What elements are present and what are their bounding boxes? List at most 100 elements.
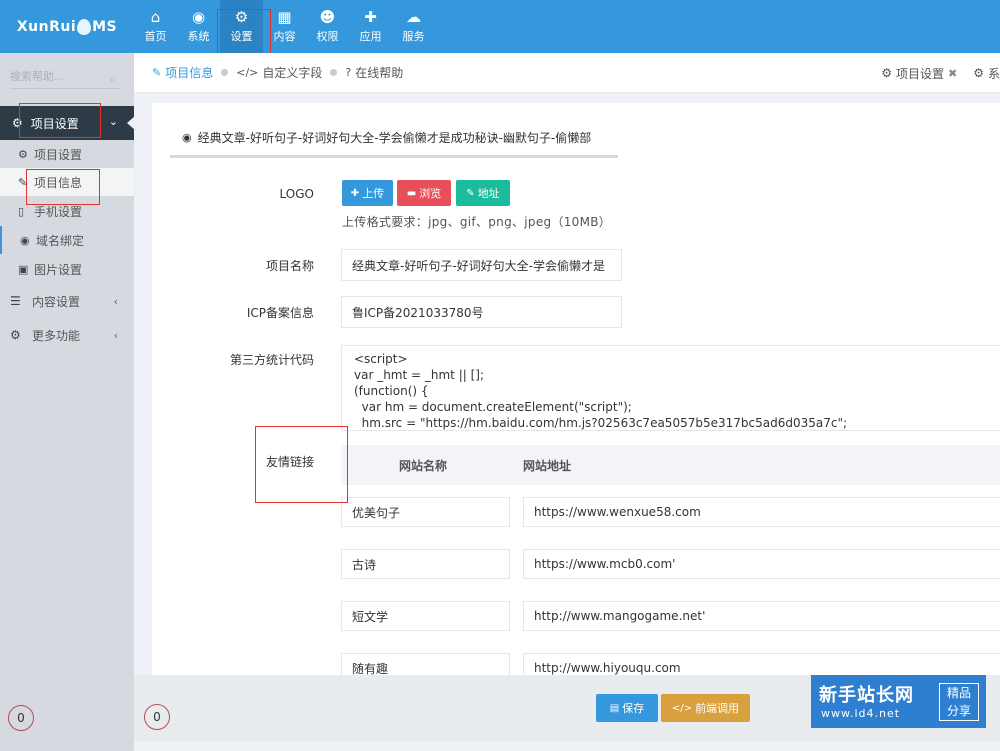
nav-item-label: 内容 xyxy=(273,30,296,43)
frontend-call-label: 前端调用 xyxy=(695,702,740,715)
close-icon[interactable]: ✖ xyxy=(948,67,957,80)
search-icon[interactable]: ⌕ xyxy=(109,69,116,89)
chevron-left-icon: ‹ xyxy=(113,328,118,342)
globe-icon: ◉ xyxy=(191,8,206,26)
sidebar-item-1[interactable]: ✎ 项目信息 xyxy=(0,168,134,196)
link-url-input[interactable]: http://www.hiyouqu.com xyxy=(523,653,1000,675)
open-tabs: ⚙ 项目设置 ✖ ⚙ 系 xyxy=(881,53,1000,93)
breadcrumb-link-1[interactable]: </> 自定义字段 xyxy=(236,64,338,81)
sidebar-section-project-settings[interactable]: ⚙ 项目设置 ⌄ xyxy=(0,106,135,140)
link-url-value: http://www.mangogame.net' xyxy=(534,609,706,623)
nav-item-1[interactable]: ◉ 系统 xyxy=(177,0,220,53)
sidebar-head-label: 项目设置 xyxy=(30,116,79,131)
nav-item-0[interactable]: ⌂ 首页 xyxy=(134,0,177,53)
user-icon: ☻ xyxy=(319,8,336,26)
search-placeholder: 搜索帮助... xyxy=(10,70,65,83)
nav-item-5[interactable]: ✚ 应用 xyxy=(349,0,392,53)
stats-code-label: 第三方统计代码 xyxy=(229,353,314,367)
main-panel: ◉ 经典文章-好听句子-好词好句大全-学会偷懒才是成功秘诀-幽默句子-偷懒部 L… xyxy=(152,103,1000,675)
link-name-value: 短文学 xyxy=(352,609,389,624)
plus-icon: ✚ xyxy=(350,187,360,199)
sidebar-item-2[interactable]: ▯ 手机设置 xyxy=(0,197,134,225)
code-icon: </> xyxy=(671,702,693,714)
edit-icon: ✎ xyxy=(18,175,28,189)
nav-item-label: 系统 xyxy=(187,30,210,43)
badge-value: 0 xyxy=(153,710,161,724)
logo-drop-icon xyxy=(77,18,92,35)
link-name-value: 优美句子 xyxy=(352,505,401,520)
tab-label: 系 xyxy=(987,66,1000,81)
link-name-value: 随有趣 xyxy=(352,661,389,676)
watermark-url: www.ld4.net xyxy=(821,707,901,720)
code-icon: </> xyxy=(236,66,259,79)
watermark-tag-bottom: 分享 xyxy=(946,704,971,718)
sidebar-group-1[interactable]: ⚙ 更多功能 ‹ xyxy=(0,320,134,350)
sidebar-item-3[interactable]: ◉ 域名绑定 xyxy=(0,226,134,254)
gears-icon: ⚙ xyxy=(234,8,249,26)
sidebar-item-label: 域名绑定 xyxy=(36,233,85,248)
counter-badge-right: 0 xyxy=(144,704,170,730)
icp-input[interactable]: 鲁ICP备2021033780号 xyxy=(341,296,622,328)
nav-item-2[interactable]: ⚙ 设置 xyxy=(220,0,263,53)
address-button[interactable]: ✎ 地址 xyxy=(456,180,510,206)
nav-item-4[interactable]: ☻ 权限 xyxy=(306,0,349,53)
gear-icon: ⚙ xyxy=(18,147,28,161)
sidebar-item-4[interactable]: ▣ 图片设置 xyxy=(0,255,134,283)
nav-item-label: 设置 xyxy=(230,30,253,43)
link-name-input[interactable]: 古诗 xyxy=(341,549,510,579)
sidebar-item-0[interactable]: ⚙ 项目设置 xyxy=(0,140,134,168)
frontend-call-button[interactable]: </> 前端调用 xyxy=(661,694,750,722)
link-name-input[interactable]: 优美句子 xyxy=(341,497,510,527)
link-name-input[interactable]: 随有趣 xyxy=(341,653,510,675)
grid-icon: ▦ xyxy=(277,8,292,26)
link-url-value: https://www.wenxue58.com xyxy=(534,505,701,519)
watermark-title: 新手站长网 xyxy=(819,685,914,706)
sidebar-group-0[interactable]: ☰ 内容设置 ‹ xyxy=(0,286,134,316)
tab-system[interactable]: ⚙ 系 xyxy=(973,65,1000,82)
breadcrumb-label: 自定义字段 xyxy=(262,66,323,80)
link-url-input[interactable]: https://www.mcb0.com' xyxy=(523,549,1000,579)
sidebar: 搜索帮助... ⌕ ⚙ 项目设置 ⌄ ⚙ 项目设置 ✎ 项目信息 ▯ 手机设置 ◉ 域名绑定 ▣… xyxy=(0,53,135,751)
links-table-header: 网站名称 网站地址 xyxy=(341,445,1000,485)
stats-code-textarea[interactable]: <script> var _hmt = _hmt || []; (functio… xyxy=(341,345,1000,431)
separator-dot xyxy=(330,69,338,76)
sidebar-item-label: 图片设置 xyxy=(34,262,83,277)
project-name-value: 经典文章-好听句子-好词好句大全-学会偷懒才是 xyxy=(352,258,605,273)
link-name-input[interactable]: 短文学 xyxy=(341,601,510,631)
save-icon: ▤ xyxy=(609,702,620,714)
nav-item-6[interactable]: ☁ 服务 xyxy=(392,0,435,53)
app-logo[interactable]: XunRui MS xyxy=(0,0,134,53)
badge-value: 0 xyxy=(17,711,25,725)
breadcrumb-label: 在线帮助 xyxy=(355,66,404,80)
nav-item-3[interactable]: ▦ 内容 xyxy=(263,0,306,53)
browse-button[interactable]: ▬ 浏览 xyxy=(397,180,451,206)
nav-item-label: 首页 xyxy=(144,30,167,43)
chevron-left-icon: ‹ xyxy=(113,294,118,308)
gear-icon: ⚙ xyxy=(973,66,984,80)
col-site-url: 网站地址 xyxy=(523,459,572,473)
sidebar-item-label: 手机设置 xyxy=(34,204,83,219)
nav-item-label: 服务 xyxy=(402,30,425,43)
logo-label: LOGO xyxy=(279,187,314,201)
edit-icon: ✎ xyxy=(152,66,162,79)
breadcrumb-label: 项目信息 xyxy=(165,66,214,80)
link-url-input[interactable]: http://www.mangogame.net' xyxy=(523,601,1000,631)
globe-icon: ◉ xyxy=(182,131,192,144)
col-site-name: 网站名称 xyxy=(399,459,448,473)
image-icon: ▣ xyxy=(18,262,29,276)
globe-icon: ◉ xyxy=(20,233,30,247)
upload-button[interactable]: ✚ 上传 xyxy=(342,180,393,206)
sidebar-search-input[interactable]: 搜索帮助... ⌕ xyxy=(10,67,120,89)
breadcrumb-link-2[interactable]: ? 在线帮助 xyxy=(345,64,403,81)
project-name-input[interactable]: 经典文章-好听句子-好词好句大全-学会偷懒才是 xyxy=(341,249,622,281)
mobile-icon: ▯ xyxy=(18,204,25,218)
breadcrumb-bar: ✎ 项目信息 </> 自定义字段? 在线帮助 ⚙ 项目设置 ✖ ⚙ 系 xyxy=(134,53,1000,93)
link-url-value: https://www.mcb0.com' xyxy=(534,557,676,571)
question-icon: ? xyxy=(345,66,352,79)
breadcrumb-link-0[interactable]: ✎ 项目信息 xyxy=(152,64,229,81)
link-url-input[interactable]: https://www.wenxue58.com xyxy=(523,497,1000,527)
upload-format-hint: 上传格式要求：jpg、gif、png、jpeg（10MB） xyxy=(342,215,612,229)
save-button[interactable]: ▤ 保存 xyxy=(596,694,658,722)
tab-project-settings[interactable]: ⚙ 项目设置 ✖ xyxy=(881,65,957,82)
upload-label: 上传 xyxy=(362,187,385,200)
